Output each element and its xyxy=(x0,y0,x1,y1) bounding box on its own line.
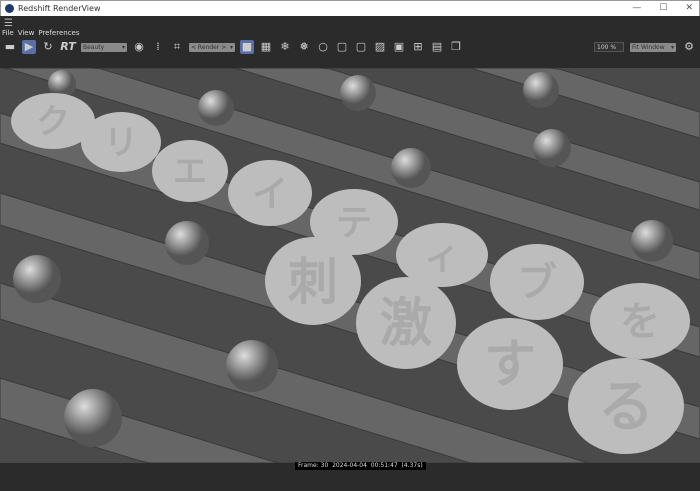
coin-text: リ xyxy=(104,123,138,163)
coin-text: る xyxy=(598,375,654,440)
grid-dots-icon[interactable]: ⁞ xyxy=(151,40,165,54)
close-button[interactable]: ✕ xyxy=(685,3,693,13)
coin-text: ブ xyxy=(517,260,557,306)
add-snapshot-icon[interactable]: ⊞ xyxy=(411,40,425,54)
circle-select-icon[interactable]: ○ xyxy=(316,40,330,54)
redshift-logo-icon xyxy=(5,4,14,13)
play-render-button[interactable]: ▶ xyxy=(22,40,36,54)
camera-value: < Render > xyxy=(191,43,227,51)
toolbar: ▬ ▶ ↻ RT Beauty ▾ ◉ ⁞ ⌗ < Render > ▾ ■ ▦ ❄… xyxy=(0,38,600,56)
grid-icon[interactable]: ▦ xyxy=(259,40,273,54)
snapshot-icon[interactable]: ▣ xyxy=(392,40,406,54)
rt-button[interactable]: RT xyxy=(60,40,76,54)
coin-text: エ xyxy=(173,152,207,192)
menu-view[interactable]: View xyxy=(18,29,35,37)
clapper-icon[interactable]: ▬ xyxy=(3,40,17,54)
menu-preferences[interactable]: Preferences xyxy=(38,29,79,37)
lock-icon[interactable]: ■ xyxy=(240,40,254,54)
copy-icon[interactable]: ❐ xyxy=(449,40,463,54)
color-space-icon[interactable]: ◉ xyxy=(132,40,146,54)
coin-text: を xyxy=(620,299,660,345)
zoom-field[interactable]: 100 % xyxy=(594,42,624,52)
fit-value: Fit Window xyxy=(632,43,665,51)
window-title: Redshift RenderView xyxy=(18,4,101,13)
focus-icon[interactable]: ▢ xyxy=(335,40,349,54)
settings-gear-icon[interactable]: ⚙ xyxy=(682,40,696,54)
expand-icon[interactable]: ▢ xyxy=(354,40,368,54)
maximize-button[interactable]: ☐ xyxy=(659,3,667,13)
crop-icon[interactable]: ⌗ xyxy=(170,40,184,54)
render-viewport[interactable]: ク リ エ イ テ ィ ブ を 刺 激 す る xyxy=(0,68,700,463)
menu-file[interactable]: File xyxy=(2,29,14,37)
render-image: ク リ エ イ テ ィ ブ を 刺 激 す る xyxy=(0,68,700,463)
camera-dropdown[interactable]: < Render > ▾ xyxy=(189,42,235,52)
coin-text: ク xyxy=(36,102,70,142)
menu-bar: File View Preferences xyxy=(2,29,80,37)
refresh-icon[interactable]: ↻ xyxy=(41,40,55,54)
coin-text: す xyxy=(484,335,536,395)
pv-icon[interactable]: ▤ xyxy=(430,40,444,54)
snowflake-alt-icon[interactable]: ❅ xyxy=(297,40,311,54)
render-status: Frame: 30 2024-04-04 00:51:47 (4.37s) xyxy=(295,462,426,470)
minimize-button[interactable]: — xyxy=(632,3,641,13)
aov-value: Beauty xyxy=(83,43,105,51)
hamburger-menu-icon[interactable]: ☰ xyxy=(4,18,13,29)
fit-dropdown[interactable]: Fit Window ▾ xyxy=(630,42,676,52)
coin-text: 激 xyxy=(380,294,432,354)
coin-text: イ xyxy=(252,174,288,215)
coin-text: テ xyxy=(336,203,372,244)
compare-icon[interactable]: ▨ xyxy=(373,40,387,54)
aov-dropdown[interactable]: Beauty ▾ xyxy=(81,42,127,52)
snowflake-icon[interactable]: ❄ xyxy=(278,40,292,54)
coin-text: 刺 xyxy=(288,253,338,311)
coin-text: ィ xyxy=(424,236,460,277)
title-bar: Redshift RenderView — ☐ ✕ xyxy=(0,0,700,16)
